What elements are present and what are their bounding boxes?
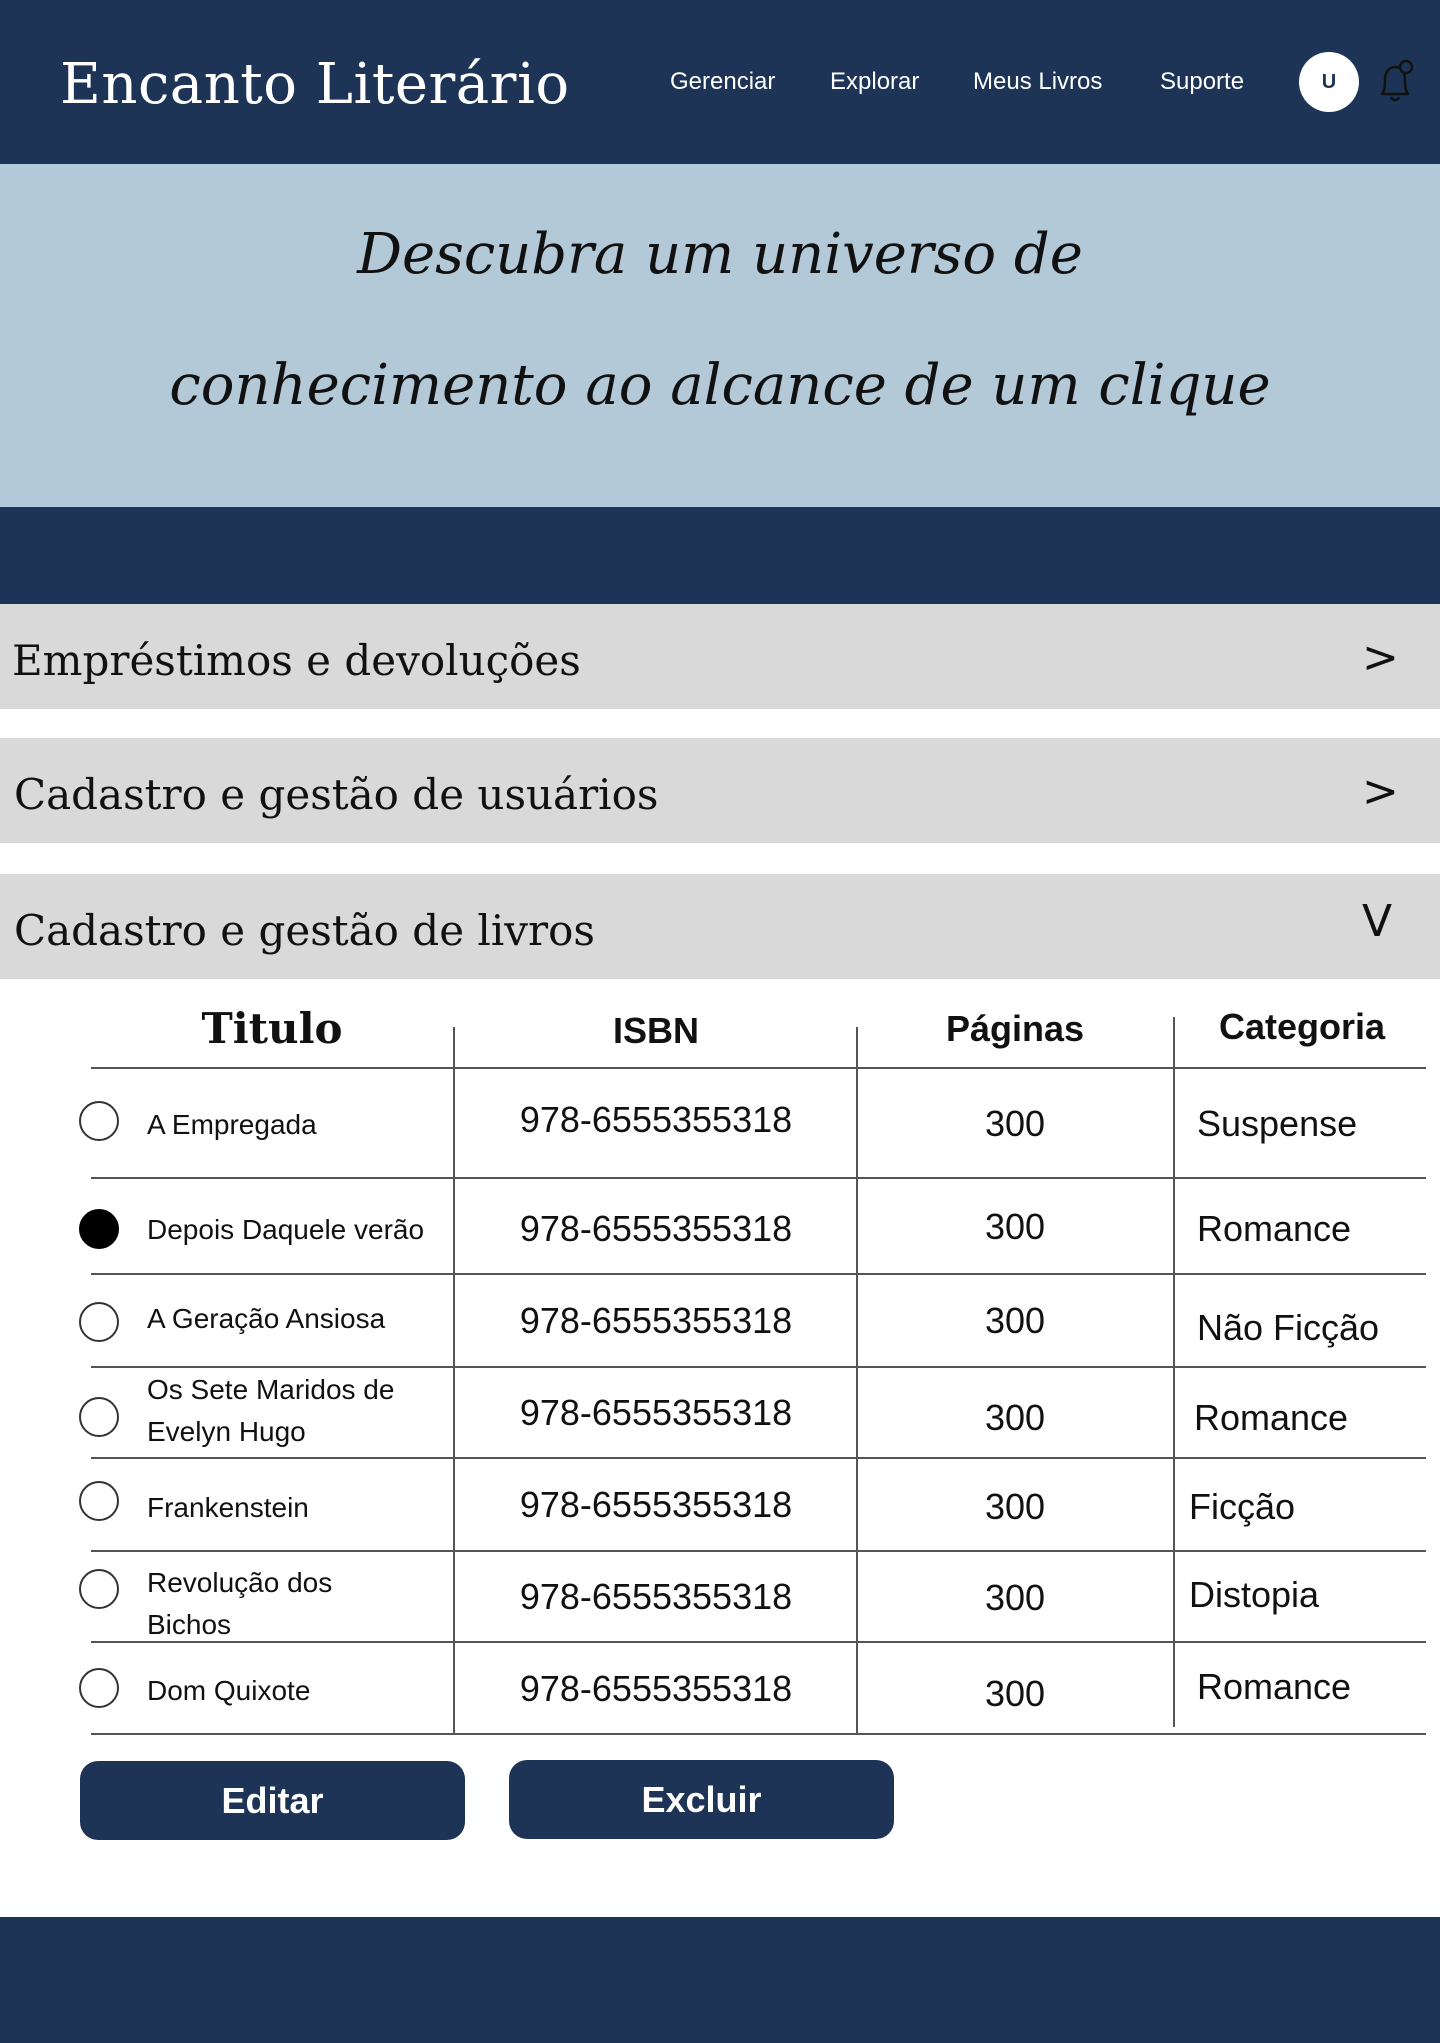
notification-bell-icon[interactable] bbox=[1375, 58, 1415, 104]
accordion-title: Empréstimos e devoluções bbox=[12, 636, 581, 685]
row-select-radio[interactable] bbox=[79, 1481, 119, 1521]
chevron-right-icon: > bbox=[1362, 766, 1399, 817]
cell-category: Ficção bbox=[1189, 1486, 1296, 1527]
accordion-title: Cadastro e gestão de livros bbox=[14, 906, 595, 955]
accordion-emprestimos[interactable]: Empréstimos e devoluções > bbox=[0, 604, 1440, 709]
cell-title: Frankenstein bbox=[147, 1492, 309, 1523]
nav-link-gerenciar[interactable]: Gerenciar bbox=[670, 68, 775, 96]
cell-isbn: 978-6555355318 bbox=[519, 1300, 793, 1341]
row-select-radio[interactable] bbox=[79, 1302, 119, 1342]
row-select-radio[interactable] bbox=[79, 1209, 119, 1249]
footer-divider bbox=[79, 1915, 1359, 1917]
nav-link-suporte[interactable]: Suporte bbox=[1160, 68, 1244, 96]
column-header-paginas: Páginas bbox=[945, 1008, 1085, 1049]
nav-link-explorar[interactable]: Explorar bbox=[830, 68, 919, 96]
cell-title: Depois Daquele verão bbox=[147, 1214, 425, 1245]
row-select-radio[interactable] bbox=[79, 1101, 119, 1141]
user-avatar[interactable]: U bbox=[1299, 52, 1359, 112]
cell-pages: 300 bbox=[984, 1673, 1046, 1714]
row-divider bbox=[91, 1177, 1426, 1179]
cell-category: Romance bbox=[1197, 1666, 1352, 1707]
top-navbar: Encanto Literário Gerenciar Explorar Meu… bbox=[0, 0, 1440, 164]
cell-pages: 300 bbox=[984, 1577, 1046, 1618]
row-divider bbox=[91, 1457, 1426, 1459]
row-select-radio[interactable] bbox=[79, 1569, 119, 1609]
row-divider bbox=[91, 1273, 1426, 1275]
hero-banner: Descubra um universo de conhecimento ao … bbox=[0, 164, 1440, 507]
cell-isbn: 978-6555355318 bbox=[519, 1208, 793, 1249]
row-divider bbox=[91, 1366, 1426, 1368]
delete-button[interactable]: Excluir bbox=[509, 1760, 894, 1839]
column-divider bbox=[1173, 1017, 1175, 1727]
row-divider bbox=[91, 1733, 1426, 1735]
cell-category: Romance bbox=[1194, 1397, 1349, 1438]
cell-isbn: 978-6555355318 bbox=[519, 1484, 793, 1525]
hero-tagline-line-2: conhecimento ao alcance de um clique bbox=[169, 353, 1271, 418]
row-select-radio[interactable] bbox=[79, 1668, 119, 1708]
column-header-categoria: Categoria bbox=[1218, 1006, 1386, 1047]
cell-isbn: 978-6555355318 bbox=[519, 1576, 793, 1617]
column-header-isbn: ISBN bbox=[612, 1010, 699, 1051]
cell-title: A Geração Ansiosa bbox=[147, 1303, 386, 1334]
cell-isbn: 978-6555355318 bbox=[519, 1668, 793, 1709]
row-divider bbox=[91, 1550, 1426, 1552]
cell-title: Dom Quixote bbox=[147, 1675, 311, 1706]
row-select-radio[interactable] bbox=[79, 1397, 119, 1437]
cell-isbn: 978-6555355318 bbox=[519, 1099, 793, 1140]
cell-title: A Empregada bbox=[147, 1109, 317, 1140]
accordion-usuarios[interactable]: Cadastro e gestão de usuários > bbox=[0, 738, 1440, 843]
column-header-titulo: Titulo bbox=[201, 1004, 343, 1053]
cell-category: Distopia bbox=[1189, 1574, 1320, 1615]
cell-pages: 300 bbox=[984, 1300, 1046, 1341]
cell-category: Suspense bbox=[1197, 1103, 1358, 1144]
cell-pages: 300 bbox=[984, 1397, 1046, 1438]
chevron-down-icon: V bbox=[1362, 896, 1393, 947]
cell-pages: 300 bbox=[984, 1206, 1046, 1247]
cell-title: Os Sete Maridos de Evelyn Hugo bbox=[147, 1374, 395, 1447]
section-band bbox=[0, 507, 1440, 604]
hero-tagline-line-1: Descubra um universo de bbox=[357, 222, 1083, 287]
cell-pages: 300 bbox=[984, 1103, 1046, 1144]
chevron-right-icon: > bbox=[1362, 632, 1399, 683]
cell-isbn: 978-6555355318 bbox=[519, 1392, 793, 1433]
accordion-title: Cadastro e gestão de usuários bbox=[14, 770, 659, 819]
cell-category: Não Ficção bbox=[1197, 1307, 1380, 1348]
row-divider bbox=[91, 1067, 1426, 1069]
edit-button[interactable]: Editar bbox=[80, 1761, 465, 1840]
cell-title: Revolução dos Bichos bbox=[147, 1567, 333, 1640]
cell-category: Romance bbox=[1197, 1208, 1352, 1249]
footer bbox=[0, 1917, 1440, 2043]
accordion-livros[interactable]: Cadastro e gestão de livros V bbox=[0, 874, 1440, 979]
brand-logo-text[interactable]: Encanto Literário bbox=[60, 52, 570, 117]
nav-link-meus-livros[interactable]: Meus Livros bbox=[973, 68, 1102, 96]
cell-pages: 300 bbox=[984, 1486, 1046, 1527]
column-divider bbox=[453, 1027, 455, 1734]
